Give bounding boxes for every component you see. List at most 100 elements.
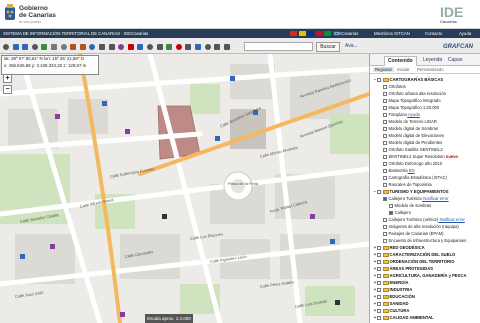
layer-checkbox[interactable] — [377, 189, 381, 194]
layer-checkbox[interactable] — [377, 308, 381, 313]
layer-row[interactable]: Callejero Turístico (vértice) Notificar … — [370, 216, 480, 223]
layer-checkbox[interactable] — [377, 315, 381, 320]
layer-action-link[interactable]: Ayuda — [407, 112, 420, 117]
zoom-box-icon[interactable] — [31, 44, 38, 50]
layer-row[interactable]: Mapa Topográfico 1:20.000 — [370, 104, 480, 111]
home-icon[interactable] — [204, 44, 211, 50]
layer-checkbox[interactable] — [383, 182, 387, 187]
layer-checkbox[interactable] — [383, 140, 387, 145]
measure-distance-icon[interactable] — [70, 44, 77, 50]
tab-contenido[interactable]: Contenido — [384, 56, 417, 66]
layer-group-row[interactable]: + ORDENACIÓN DEL TERRITORIO — [370, 258, 480, 265]
layer-checkbox[interactable] — [383, 133, 387, 138]
layer-row[interactable]: Cartografía Estadística (ISTAC) — [370, 174, 480, 181]
layer-group-row[interactable]: + AGRICULTURA, GANADERÍA y PESCA — [370, 272, 480, 279]
gobierno-logo-text[interactable]: Gobierno de Canarias — [19, 5, 56, 19]
layer-checkbox[interactable] — [383, 217, 387, 222]
layer-checkbox[interactable] — [383, 154, 387, 159]
layer-checkbox[interactable] — [383, 98, 387, 103]
help-icon[interactable] — [137, 44, 144, 50]
layer-row[interactable]: Modelo digital de Elevaciones — [370, 132, 480, 139]
advanced-search-link[interactable]: Ava... — [345, 43, 358, 49]
layer-checkbox[interactable] — [383, 231, 387, 236]
layer-action-link[interactable]: EN — [408, 168, 415, 173]
layer-group-row[interactable]: + RED GEODÉSICA — [370, 244, 480, 251]
layer-checkbox[interactable] — [377, 245, 381, 250]
subtab-personalizado[interactable]: Personalizado — [417, 67, 444, 72]
layer-checkbox[interactable] — [383, 105, 387, 110]
tab-leyenda[interactable]: Leyenda — [420, 56, 445, 66]
layer-group-row[interactable]: − CARTOGRAFÍAS BÁSICAS — [370, 76, 480, 83]
subtab-regional[interactable]: Regional — [373, 67, 394, 72]
layer-checkbox[interactable] — [383, 112, 387, 117]
3d-icon[interactable] — [175, 44, 182, 50]
draw-icon[interactable] — [118, 44, 125, 50]
measure-area-icon[interactable] — [79, 44, 86, 50]
layer-row[interactable]: Callejero — [370, 209, 480, 216]
layer-group-row[interactable]: + SANIDAD — [370, 300, 480, 307]
layer-checkbox[interactable] — [383, 224, 387, 229]
flag-fr-icon[interactable] — [315, 31, 323, 36]
layer-checkbox[interactable] — [377, 259, 381, 264]
layer-action-link[interactable]: Notificar error — [438, 217, 464, 222]
layer-group-row[interactable]: + INDUSTRIA — [370, 286, 480, 293]
layer-action-link[interactable]: Notificar error — [422, 196, 448, 201]
layer-checkbox[interactable] — [377, 77, 381, 82]
clear-icon[interactable] — [127, 44, 134, 50]
layer-checkbox[interactable] — [383, 168, 387, 173]
nav-link-ayuda[interactable]: Ayuda — [459, 31, 471, 36]
zoom-in-button[interactable]: + — [3, 74, 12, 83]
zoom-out-icon[interactable] — [22, 44, 29, 50]
layer-row[interactable]: Ortofoto urbana alta resolución — [370, 90, 480, 97]
layer-checkbox[interactable] — [377, 287, 381, 292]
layer-row[interactable]: Ortofoto Satélite SENTINEL2 — [370, 146, 480, 153]
layer-checkbox[interactable] — [389, 203, 393, 208]
layer-group-row[interactable]: + CULTURA — [370, 307, 480, 314]
tab-capas[interactable]: Capas — [445, 56, 465, 66]
layer-checkbox[interactable] — [377, 301, 381, 306]
layer-checkbox[interactable] — [383, 196, 387, 201]
layer-checkbox[interactable] — [383, 238, 387, 243]
next-icon[interactable] — [60, 44, 67, 50]
nav-link-miembros[interactable]: Miembros SITCAN — [374, 31, 410, 36]
full-extent-icon[interactable] — [41, 44, 48, 50]
layer-row[interactable]: Rascales de Toponimia — [370, 181, 480, 188]
layer-row[interactable]: Paisajes de Canarias (EPAM) — [370, 230, 480, 237]
ide-logo[interactable]: IDE — [440, 4, 463, 20]
layer-checkbox[interactable] — [383, 91, 387, 96]
print-icon[interactable] — [99, 44, 105, 50]
layer-checkbox[interactable] — [383, 161, 387, 166]
layer-checkbox[interactable] — [377, 252, 381, 257]
nav-link-contacto[interactable]: Contacto — [425, 31, 442, 36]
flag-es-icon[interactable] — [290, 31, 297, 36]
zoom-in-icon[interactable] — [12, 44, 19, 50]
map-view[interactable]: lat: 28º 07' 50,61" N lon: 15º 26' 21,58… — [0, 54, 369, 323]
layer-checkbox[interactable] — [377, 294, 381, 299]
subtab-insular[interactable]: Insular — [397, 67, 410, 72]
layer-checkbox[interactable] — [383, 175, 387, 180]
layer-row[interactable]: Ortofotos — [370, 83, 480, 90]
layer-row[interactable]: Fotoplano Ayuda — [370, 111, 480, 118]
layer-row[interactable]: Encuesta de Infraestructura y Equipamien — [370, 237, 480, 244]
layer-row[interactable]: Modelo de Terreno LIDAR — [370, 118, 480, 125]
layer-checkbox[interactable] — [377, 280, 381, 285]
pan-icon[interactable] — [3, 44, 9, 50]
layer-row[interactable]: Ortofoto Deforrogo año 2010 — [370, 160, 480, 167]
layer-group-row[interactable]: + CARACTERIZACIÓN DEL SUELO — [370, 251, 480, 258]
coordinates-icon[interactable] — [147, 44, 153, 50]
layer-checkbox[interactable] — [377, 273, 381, 278]
layer-group-row[interactable]: − TURISMO Y EQUIPAMIENTOS — [370, 188, 480, 195]
layer-group-row[interactable]: + CALIDAD AMBIENTAL — [370, 314, 480, 321]
export-icon[interactable] — [156, 44, 163, 50]
info-icon[interactable] — [89, 44, 96, 50]
layer-row[interactable]: Imágenes de alta resolución (ráquipa) — [370, 223, 480, 230]
layer-row[interactable]: Callejero Turístico Notificar error — [370, 195, 480, 202]
layer-group-row[interactable]: + ENERGÍA — [370, 279, 480, 286]
layer-checkbox[interactable] — [377, 266, 381, 271]
layer-checkbox[interactable] — [383, 84, 387, 89]
layer-row[interactable]: Mapa Topográfico Integrado — [370, 97, 480, 104]
layer-row[interactable]: Modelo digital de Sombras — [370, 125, 480, 132]
share-icon[interactable] — [223, 44, 230, 50]
layers-icon[interactable] — [166, 44, 173, 50]
flag-it-icon[interactable] — [324, 31, 331, 36]
